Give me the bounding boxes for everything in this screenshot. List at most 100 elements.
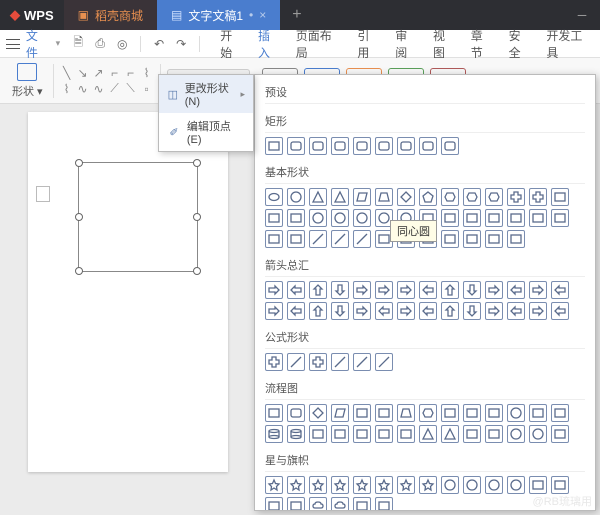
shape-option[interactable] [485,188,503,206]
shape-option[interactable] [375,353,393,371]
shape-option[interactable] [353,353,371,371]
shape-option[interactable] [485,476,503,494]
shape-option[interactable] [287,281,305,299]
shape-option[interactable] [463,404,481,422]
file-menu[interactable]: 文件 [26,27,50,61]
shape-option[interactable] [397,425,415,443]
shape-option[interactable] [397,188,415,206]
shape-option[interactable] [397,476,415,494]
shape-option[interactable] [419,476,437,494]
preview-icon[interactable]: ◎ [114,36,130,52]
shape-option[interactable] [485,230,503,248]
shape-option[interactable] [441,230,459,248]
tab-layout[interactable]: 页面布局 [296,27,344,61]
shape-option[interactable] [507,425,525,443]
shape-option[interactable] [309,302,327,320]
tab-dev[interactable]: 开发工具 [546,27,594,61]
resize-handle[interactable] [193,267,201,275]
shape-option[interactable] [309,230,327,248]
shape-option[interactable] [287,353,305,371]
shape-option[interactable] [463,425,481,443]
shape-option[interactable] [551,404,569,422]
resize-handle[interactable] [75,267,83,275]
shape-option[interactable] [265,497,283,511]
shape-option[interactable] [375,281,393,299]
shape-option[interactable] [397,281,415,299]
shape-option[interactable] [353,230,371,248]
redo-icon[interactable]: ↷ [173,36,189,52]
shape-option[interactable] [551,209,569,227]
shape-option[interactable] [375,404,393,422]
shape-option[interactable] [331,404,349,422]
tab-reference[interactable]: 引用 [357,27,381,61]
shape-option[interactable] [397,404,415,422]
shape-option[interactable] [441,188,459,206]
shape-option[interactable] [441,425,459,443]
shape-option[interactable] [485,302,503,320]
shape-option[interactable] [529,425,547,443]
shape-option[interactable] [397,137,415,155]
tab-insert[interactable]: 插入 [258,27,282,61]
shape-option[interactable] [353,137,371,155]
shape-option[interactable] [265,302,283,320]
shape-option[interactable] [331,209,349,227]
shape-option[interactable] [507,281,525,299]
shape-option[interactable] [265,230,283,248]
shape-option[interactable] [265,353,283,371]
shape-option[interactable] [309,137,327,155]
shape-option[interactable] [265,404,283,422]
shape-option[interactable] [375,188,393,206]
shape-option[interactable] [331,425,349,443]
undo-icon[interactable]: ↶ [151,36,167,52]
shape-option[interactable] [507,188,525,206]
shape-option[interactable] [441,209,459,227]
shape-option[interactable] [287,404,305,422]
shape-option[interactable] [529,209,547,227]
shape-option[interactable] [441,302,459,320]
save-icon[interactable]: 🗎 [70,36,86,52]
shape-option[interactable] [375,476,393,494]
resize-handle[interactable] [193,213,201,221]
shape-option[interactable] [419,425,437,443]
resize-handle[interactable] [193,159,201,167]
shape-option[interactable] [353,281,371,299]
shape-option[interactable] [507,302,525,320]
shape-option[interactable] [309,353,327,371]
shape-option[interactable] [309,209,327,227]
tab-start[interactable]: 开始 [220,27,244,61]
shape-option[interactable] [309,188,327,206]
shape-option[interactable] [419,281,437,299]
shape-option[interactable] [551,425,569,443]
shape-option[interactable] [463,302,481,320]
shape-option[interactable] [287,476,305,494]
resize-handle[interactable] [75,213,83,221]
shape-option[interactable] [331,302,349,320]
shape-option[interactable] [485,209,503,227]
print-icon[interactable]: ⎙ [92,36,108,52]
shape-option[interactable] [463,188,481,206]
shape-option[interactable] [287,188,305,206]
shape-option[interactable] [265,188,283,206]
shape-option[interactable] [287,425,305,443]
close-tab-icon[interactable]: × [259,8,266,22]
shape-option[interactable] [309,404,327,422]
shape-option[interactable] [287,137,305,155]
shape-option[interactable] [353,425,371,443]
shape-option[interactable] [353,302,371,320]
shape-option[interactable] [287,230,305,248]
shape-option[interactable] [265,281,283,299]
shape-option[interactable] [507,404,525,422]
shape-option[interactable] [331,137,349,155]
hamburger-icon[interactable] [6,39,20,49]
tab-document[interactable]: ▤文字文稿1 •× [157,0,280,30]
shape-gallery-button[interactable]: 形状 ▾ [8,61,47,101]
shape-option[interactable] [441,404,459,422]
shape-option[interactable] [419,137,437,155]
shape-option[interactable] [529,281,547,299]
tab-view[interactable]: 视图 [433,27,457,61]
shape-option[interactable] [287,209,305,227]
shape-option[interactable] [353,404,371,422]
shape-option[interactable] [375,497,393,511]
shape-option[interactable] [309,476,327,494]
shape-option[interactable] [463,476,481,494]
